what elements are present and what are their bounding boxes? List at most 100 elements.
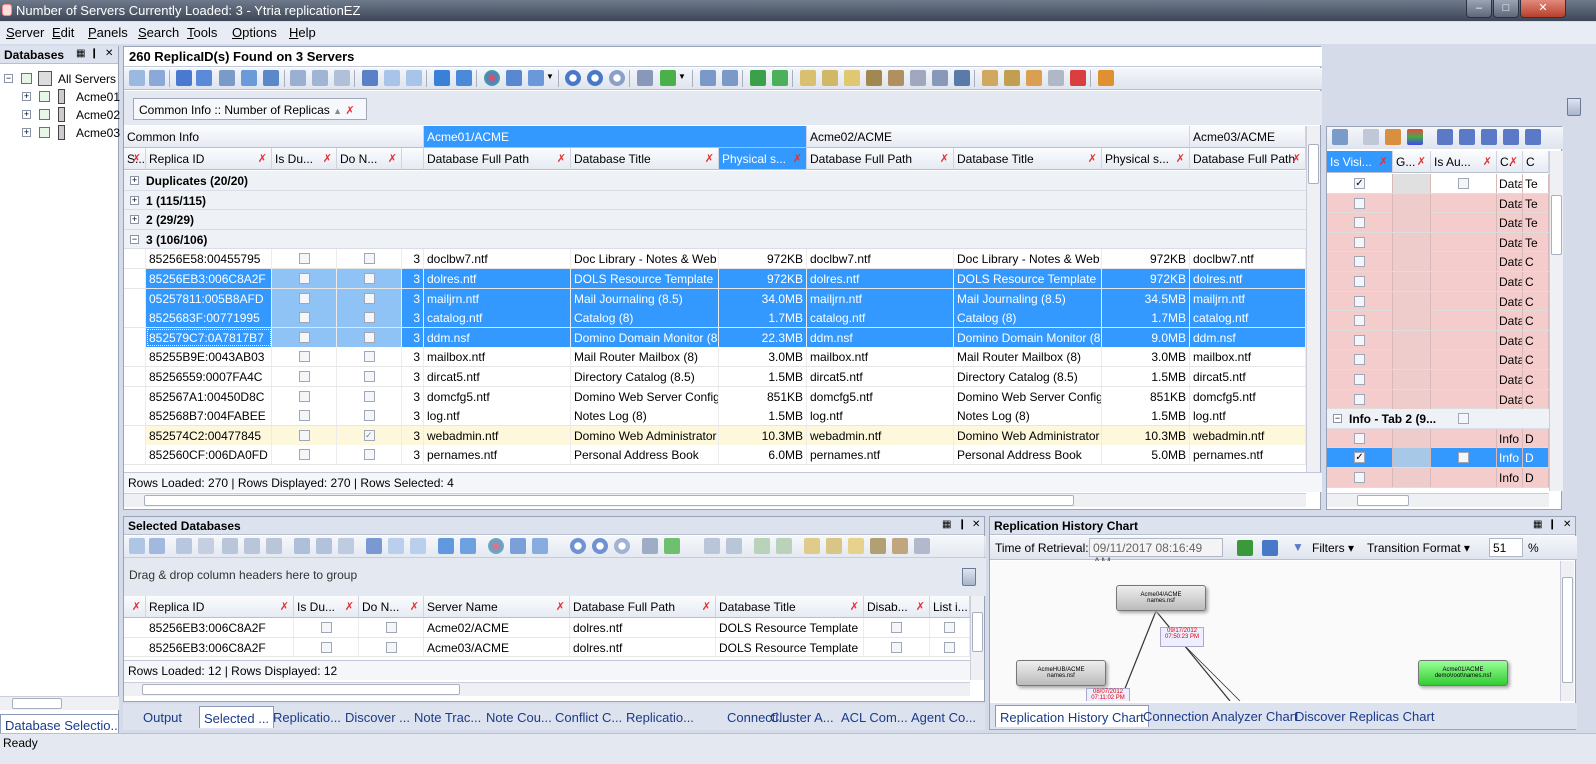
pin-icon[interactable]: ❙ [958, 519, 966, 530]
checkbox-icon[interactable] [320, 641, 332, 653]
checkbox-icon[interactable] [21, 73, 32, 84]
chevron-down-icon[interactable]: ▼ [546, 72, 554, 81]
list-icon[interactable] [1363, 129, 1379, 145]
checkbox-icon[interactable] [39, 127, 50, 138]
column-header[interactable]: Do N... ✗ [337, 148, 402, 170]
menu-tools[interactable]: Tools [187, 25, 217, 40]
link-icon[interactable] [1332, 129, 1348, 145]
export-icon[interactable] [129, 538, 145, 554]
checkbox-icon[interactable] [944, 641, 955, 653]
checkbox-icon[interactable] [299, 292, 310, 304]
tab-agent[interactable]: Agent Co... [907, 706, 980, 728]
column-header[interactable]: Is Du... ✗ [272, 148, 337, 170]
checkbox-icon[interactable] [364, 331, 375, 343]
close-panel-icon[interactable]: ✕ [1563, 519, 1571, 530]
view-icon[interactable] [800, 70, 816, 86]
cluster-icon[interactable] [892, 538, 908, 554]
checkbox-icon[interactable] [1354, 315, 1365, 327]
list-color-icon[interactable] [1385, 129, 1401, 145]
filter-icon[interactable]: ✗ [132, 152, 141, 165]
gear-icon[interactable] [1048, 70, 1064, 86]
filter-icon[interactable]: ✗ [557, 152, 566, 165]
checkbox-icon[interactable] [1354, 236, 1365, 248]
filter-icon[interactable]: ✗ [916, 600, 925, 613]
expand-all-icon[interactable] [700, 70, 716, 86]
chart-icon[interactable] [506, 70, 522, 86]
grid-hscrollbar[interactable] [124, 493, 1306, 507]
align-icon[interactable] [1437, 129, 1453, 145]
zoom-out-icon[interactable] [587, 70, 603, 86]
list-item[interactable]: DatabaC [1327, 330, 1549, 351]
filter-icon[interactable]: ✗ [1176, 152, 1185, 165]
list-item[interactable]: DatabaC [1327, 291, 1549, 312]
tools-icon[interactable] [866, 70, 882, 86]
group-row[interactable]: − Info - Tab 2 (9... [1327, 409, 1549, 429]
column-header[interactable]: Database Full Path ✗ [570, 596, 716, 618]
checkbox-icon[interactable] [39, 109, 50, 120]
columns-icon[interactable] [312, 70, 328, 86]
collapse-icon[interactable]: − [4, 74, 13, 83]
checkbox-icon[interactable] [299, 253, 310, 265]
checkbox-icon[interactable] [320, 622, 332, 633]
layout-icon[interactable] [532, 538, 548, 554]
menu-options[interactable]: Options [232, 25, 277, 40]
tab-note-tracking[interactable]: Note Trac... [410, 706, 485, 728]
zoom-fit-icon[interactable] [614, 538, 630, 554]
filter-icon[interactable]: ✗ [705, 152, 714, 165]
checkbox-icon[interactable] [1354, 256, 1365, 268]
band-acme03[interactable]: Acme03/ACME [1190, 126, 1306, 148]
tab-discover[interactable]: Discover ... [341, 706, 414, 728]
tab-connection-analyzer-chart[interactable]: Connection Analyzer Chart [1139, 705, 1302, 727]
close-button[interactable]: ✕ [1520, 0, 1566, 18]
scroll-thumb[interactable] [1308, 144, 1319, 184]
checkbox-icon[interactable] [385, 622, 397, 633]
table-row[interactable]: 85255B9E:0043AB03 3 mailbox.ntf Mail Router… [124, 347, 1306, 367]
checkbox-icon[interactable] [1354, 334, 1365, 346]
checkbox-icon[interactable] [299, 331, 310, 343]
checkbox-icon[interactable] [364, 273, 375, 284]
column-header[interactable]: C. ✗ [1497, 151, 1523, 173]
scroll-thumb[interactable] [1562, 577, 1573, 683]
checkbox-icon[interactable] [364, 312, 375, 324]
checkbox-icon[interactable] [299, 390, 310, 402]
filter-icon[interactable]: ✗ [1088, 152, 1097, 165]
checkbox-icon[interactable] [299, 351, 310, 363]
list-item[interactable]: DatabaC [1327, 350, 1549, 370]
checkbox-icon[interactable] [364, 351, 375, 363]
move-icon[interactable] [456, 70, 472, 86]
column-header[interactable]: Replica ID ✗ [146, 148, 272, 170]
checkbox-icon[interactable] [891, 622, 902, 633]
checkbox-icon[interactable] [1458, 178, 1469, 189]
add-icon[interactable] [176, 538, 192, 554]
trash-icon[interactable] [962, 568, 976, 586]
print-icon[interactable] [149, 70, 165, 86]
list-item[interactable]: DatabaTe [1327, 193, 1549, 214]
filter-icon[interactable]: ✗ [323, 152, 332, 165]
calendar-icon[interactable] [1237, 540, 1253, 556]
zoom-input[interactable]: 51 [1489, 538, 1523, 557]
close-panel-icon[interactable]: ✕ [972, 519, 980, 530]
filters-dropdown[interactable]: Filters ▾ [1312, 541, 1354, 555]
add-icon[interactable] [176, 70, 192, 86]
checkbox-icon[interactable] [299, 371, 310, 382]
filter-icon[interactable]: ✗ [345, 105, 354, 117]
tab-database-selection[interactable]: Database Selectio... [0, 714, 119, 734]
layout-icon[interactable] [528, 70, 544, 86]
gear-icon[interactable] [982, 70, 998, 86]
filter-icon[interactable] [642, 538, 658, 554]
add-column-icon[interactable] [664, 538, 680, 554]
menu-server[interactable]: Server [6, 25, 44, 40]
list-item[interactable]: DatabaTe [1327, 232, 1549, 253]
column-header[interactable]: Database Title ✗ [716, 596, 864, 618]
column-header[interactable]: S... ✗ [124, 148, 146, 170]
tab-output[interactable]: Output [139, 706, 186, 728]
move-icon[interactable] [460, 538, 476, 554]
columns-icon[interactable] [316, 538, 332, 554]
checkbox-icon[interactable] [1354, 295, 1365, 307]
tab-cluster[interactable]: Cluster A... [766, 706, 838, 728]
folder-icon[interactable] [844, 70, 860, 86]
filter-icon[interactable]: ✗ [410, 600, 419, 613]
chart-node-acme04[interactable]: Acme04/ACME names.nsf [1116, 585, 1206, 611]
checkbox-icon[interactable] [1354, 374, 1365, 385]
column-header[interactable]: Is Du... ✗ [294, 596, 359, 618]
